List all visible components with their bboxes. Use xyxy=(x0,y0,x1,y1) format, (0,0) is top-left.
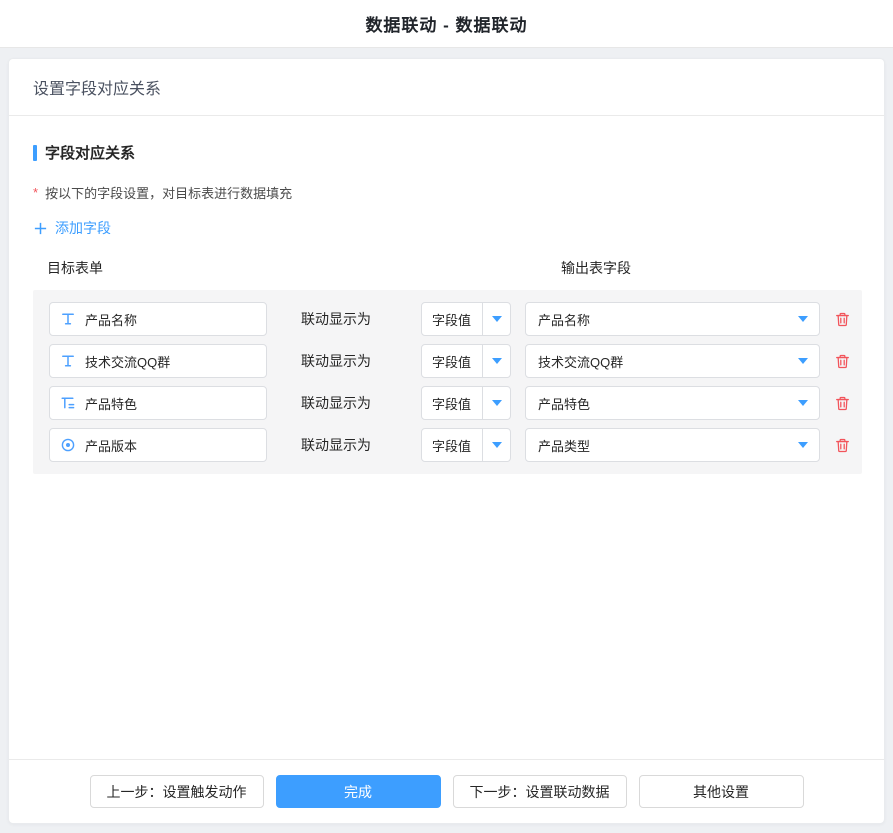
settings-panel: 设置字段对应关系 字段对应关系 * 按以下的字段设置，对目标表进行数据填充 添加… xyxy=(8,58,885,824)
delete-row-button[interactable] xyxy=(834,437,851,454)
trash-icon xyxy=(834,395,851,412)
panel-header: 设置字段对应关系 xyxy=(9,59,884,116)
chevron-down-icon xyxy=(483,316,510,322)
single-line-text-icon xyxy=(60,353,76,369)
chevron-down-icon xyxy=(798,400,808,406)
chevron-down-icon xyxy=(483,400,510,406)
single-line-text-icon xyxy=(60,311,76,327)
panel-footer: 上一步：设置触发动作 完成 下一步：设置联动数据 其他设置 xyxy=(9,759,884,823)
panel-body: 字段对应关系 * 按以下的字段设置，对目标表进行数据填充 添加字段 目标表单 输… xyxy=(9,116,884,759)
delete-row-button[interactable] xyxy=(834,311,851,328)
chevron-down-icon xyxy=(483,358,510,364)
link-display-label: 联动显示为 xyxy=(301,351,371,371)
column-header-output: 输出表字段 xyxy=(561,258,631,278)
output-field-select[interactable]: 产品特色 xyxy=(525,386,820,420)
target-field-input[interactable]: 产品特色 xyxy=(49,386,267,420)
required-asterisk: * xyxy=(33,185,38,200)
section-title-text: 字段对应关系 xyxy=(45,142,135,163)
trash-icon xyxy=(834,353,851,370)
radio-icon xyxy=(60,437,76,453)
chevron-down-icon xyxy=(798,442,808,448)
link-display-label: 联动显示为 xyxy=(301,309,371,329)
trash-icon xyxy=(834,311,851,328)
display-as-select[interactable]: 字段值 xyxy=(421,302,511,336)
output-field-select[interactable]: 技术交流QQ群 xyxy=(525,344,820,378)
note-text: 按以下的字段设置，对目标表进行数据填充 xyxy=(45,183,292,202)
page-title: 数据联动 - 数据联动 xyxy=(365,11,527,36)
finish-button[interactable]: 完成 xyxy=(276,775,441,808)
target-field-input[interactable]: 技术交流QQ群 xyxy=(49,344,267,378)
required-note: * 按以下的字段设置，对目标表进行数据填充 xyxy=(33,183,860,202)
add-field-button[interactable]: 添加字段 xyxy=(33,218,111,238)
output-field-select[interactable]: 产品类型 xyxy=(525,428,820,462)
field-mapping-list: 产品名称 联动显示为 字段值 产品名称 技术交流QQ群 联动显示为 xyxy=(33,290,862,474)
section-accent-bar xyxy=(33,145,37,161)
other-settings-button[interactable]: 其他设置 xyxy=(639,775,804,808)
delete-row-button[interactable] xyxy=(834,353,851,370)
delete-row-button[interactable] xyxy=(834,395,851,412)
section-title: 字段对应关系 xyxy=(33,142,860,163)
display-as-select[interactable]: 字段值 xyxy=(421,428,511,462)
field-mapping-row: 技术交流QQ群 联动显示为 字段值 技术交流QQ群 xyxy=(41,344,854,378)
multi-line-text-icon xyxy=(60,395,76,411)
trash-icon xyxy=(834,437,851,454)
link-display-label: 联动显示为 xyxy=(301,435,371,455)
prev-step-button[interactable]: 上一步：设置触发动作 xyxy=(90,775,264,808)
chevron-down-icon xyxy=(483,442,510,448)
link-display-label: 联动显示为 xyxy=(301,393,371,413)
display-as-select[interactable]: 字段值 xyxy=(421,386,511,420)
chevron-down-icon xyxy=(798,316,808,322)
field-mapping-row: 产品版本 联动显示为 字段值 产品类型 xyxy=(41,428,854,462)
display-as-select[interactable]: 字段值 xyxy=(421,344,511,378)
output-field-select[interactable]: 产品名称 xyxy=(525,302,820,336)
field-mapping-row: 产品特色 联动显示为 字段值 产品特色 xyxy=(41,386,854,420)
target-field-input[interactable]: 产品版本 xyxy=(49,428,267,462)
plus-icon xyxy=(33,221,48,236)
top-bar: 数据联动 - 数据联动 xyxy=(0,0,893,48)
add-field-label: 添加字段 xyxy=(55,218,111,238)
target-field-input[interactable]: 产品名称 xyxy=(49,302,267,336)
column-headers: 目标表单 输出表字段 xyxy=(33,258,860,278)
column-header-target: 目标表单 xyxy=(47,258,103,278)
panel-title: 设置字段对应关系 xyxy=(33,75,161,99)
field-mapping-row: 产品名称 联动显示为 字段值 产品名称 xyxy=(41,302,854,336)
chevron-down-icon xyxy=(798,358,808,364)
next-step-button[interactable]: 下一步：设置联动数据 xyxy=(453,775,627,808)
